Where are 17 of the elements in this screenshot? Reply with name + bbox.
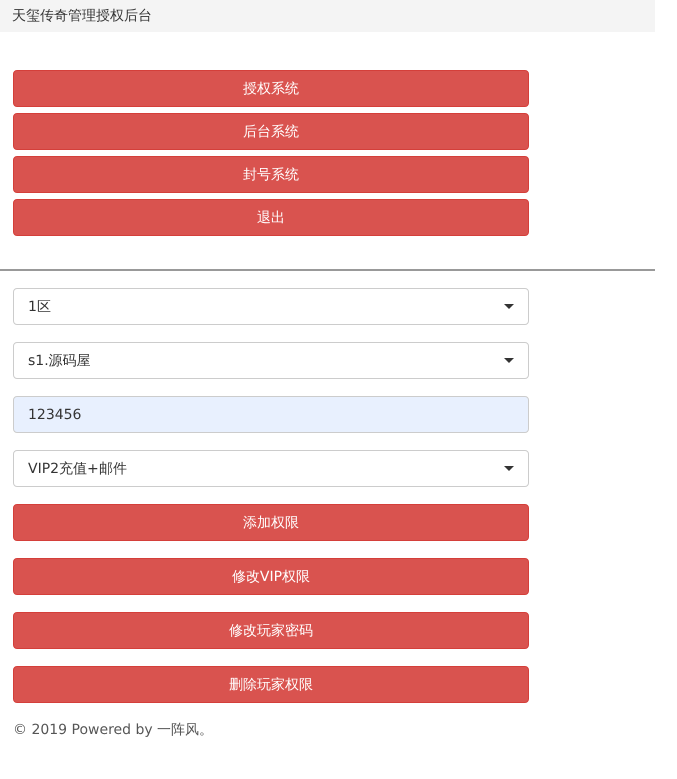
- dropdown-field[interactable]: s1.源码屋: [13, 342, 529, 379]
- nav-button[interactable]: 退出: [13, 199, 529, 236]
- action-button[interactable]: 删除玩家权限: [13, 666, 529, 703]
- caret-icon: [504, 358, 514, 363]
- caret-icon: [504, 466, 514, 471]
- action-button[interactable]: 添加权限: [13, 504, 529, 541]
- action-button[interactable]: 修改VIP权限: [13, 558, 529, 595]
- page-title: 天玺传奇管理授权后台: [12, 7, 152, 25]
- caret-icon: [504, 304, 514, 309]
- nav-button[interactable]: 授权系统: [13, 70, 529, 107]
- dropdown-field[interactable]: 1区: [13, 288, 529, 325]
- footer-text: © 2019 Powered by 一阵风。: [12, 721, 214, 739]
- nav-button[interactable]: 后台系统: [13, 113, 529, 150]
- action-button[interactable]: 修改玩家密码: [13, 612, 529, 649]
- input-field[interactable]: 123456: [13, 396, 529, 433]
- nav-button[interactable]: 封号系统: [13, 156, 529, 193]
- dropdown-field[interactable]: VIP2充值+邮件: [13, 450, 529, 487]
